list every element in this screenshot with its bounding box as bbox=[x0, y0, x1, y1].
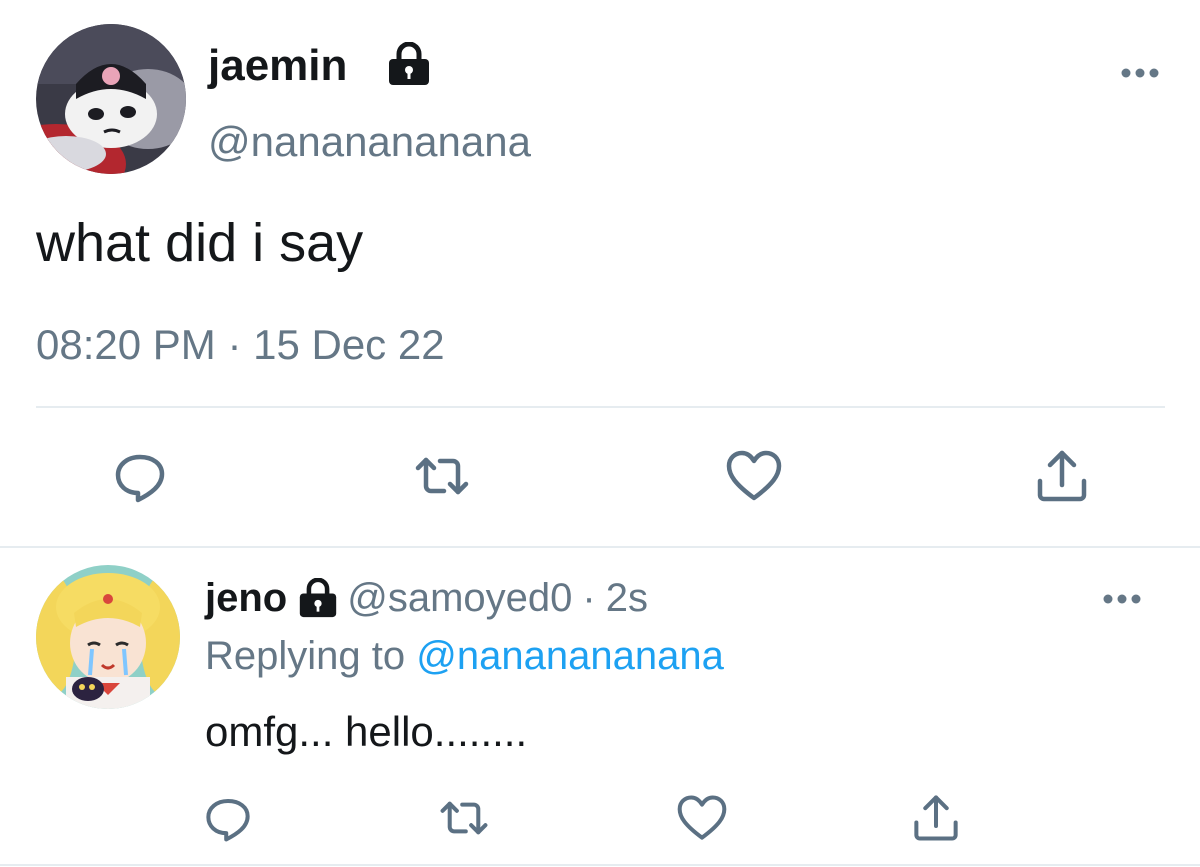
avatar-main-author[interactable] bbox=[36, 24, 186, 174]
reply-author-handle[interactable]: @samoyed0 bbox=[347, 576, 572, 621]
like-icon bbox=[726, 450, 782, 501]
divider bbox=[0, 864, 1200, 866]
tweet-timestamp[interactable]: 08:20 PM · 15 Dec 22 bbox=[36, 318, 445, 372]
like-button[interactable] bbox=[722, 444, 786, 508]
retweet-icon bbox=[415, 457, 469, 495]
share-button[interactable] bbox=[1030, 444, 1094, 508]
author-handle[interactable]: @nananananana bbox=[208, 116, 531, 168]
reply-icon bbox=[115, 454, 165, 503]
retweet-icon bbox=[440, 801, 488, 835]
lock-icon bbox=[386, 41, 432, 86]
more-icon[interactable] bbox=[1118, 58, 1162, 88]
replying-to-link[interactable]: @nananananana bbox=[416, 634, 724, 678]
author-display-name[interactable]: jaemin bbox=[208, 38, 347, 94]
reply-header: jeno @samoyed0 · 2s bbox=[205, 570, 648, 626]
divider bbox=[0, 546, 1200, 548]
tweet-text: what did i say bbox=[36, 213, 364, 273]
reply-button[interactable] bbox=[108, 444, 172, 508]
retweet-button[interactable] bbox=[410, 444, 474, 508]
divider bbox=[36, 406, 1165, 408]
avatar-image bbox=[36, 565, 180, 709]
share-button[interactable] bbox=[906, 788, 966, 848]
reply-icon bbox=[206, 799, 250, 842]
share-icon bbox=[1037, 450, 1087, 502]
reply-author-display-name[interactable]: jeno bbox=[205, 576, 287, 621]
reply-button[interactable] bbox=[198, 788, 258, 848]
reply-text: omfg... hello........ bbox=[205, 708, 528, 755]
separator-dot: · bbox=[582, 575, 596, 620]
like-button[interactable] bbox=[672, 788, 732, 848]
reply-timestamp[interactable]: 2s bbox=[606, 576, 648, 621]
like-icon bbox=[677, 795, 727, 840]
replying-to-label: Replying to bbox=[205, 634, 406, 678]
avatar-image bbox=[36, 24, 186, 174]
more-icon[interactable] bbox=[1100, 584, 1144, 614]
retweet-button[interactable] bbox=[434, 788, 494, 848]
lock-icon bbox=[297, 577, 339, 618]
avatar-reply-author[interactable] bbox=[36, 565, 180, 709]
share-icon bbox=[914, 795, 958, 841]
replying-to-line: Replying to @nananananana bbox=[205, 628, 724, 684]
